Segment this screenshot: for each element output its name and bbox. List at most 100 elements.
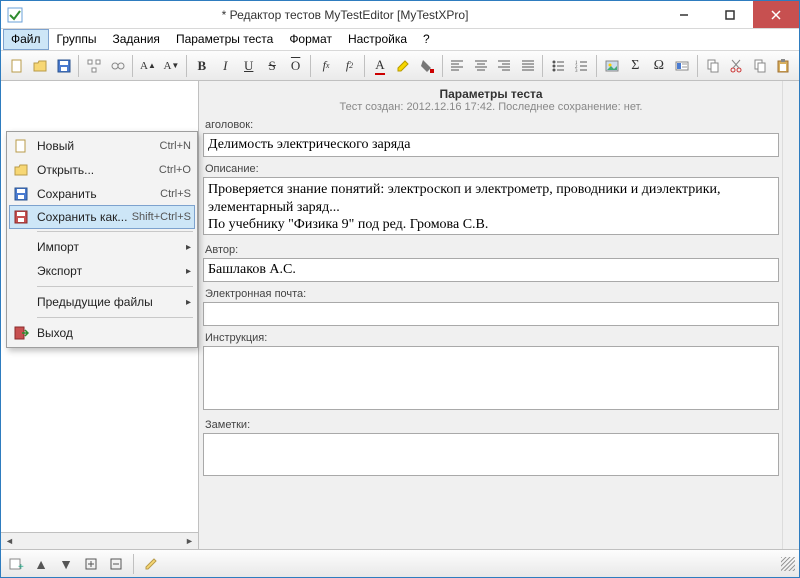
submenu-arrow-icon: ▸ — [186, 266, 191, 277]
tb-separator — [442, 55, 443, 77]
tb-open-icon[interactable] — [28, 54, 51, 78]
email-input[interactable] — [203, 302, 779, 326]
author-input[interactable] — [203, 258, 779, 282]
menu-file[interactable]: Файл — [3, 29, 49, 50]
params-header: Параметры теста — [203, 85, 779, 101]
tb-bgcolor-icon[interactable] — [415, 54, 438, 78]
author-label: Автор: — [205, 244, 779, 256]
sb-up-icon[interactable]: ▲ — [30, 553, 52, 575]
params-panel: Параметры теста Тест создан: 2012.12.16 … — [199, 81, 799, 483]
menu-new[interactable]: Новый Ctrl+N — [9, 134, 195, 158]
tb-italic-icon[interactable]: I — [214, 54, 237, 78]
tb-tree-icon[interactable] — [82, 54, 105, 78]
submenu-arrow-icon: ▸ — [186, 297, 191, 308]
tb-strike-icon[interactable]: S — [260, 54, 283, 78]
tb-formula-icon[interactable]: Σ — [624, 54, 647, 78]
tb-highlight-icon[interactable] — [392, 54, 415, 78]
tb-copy-icon[interactable] — [748, 54, 771, 78]
save-icon — [11, 184, 31, 204]
blank-icon — [11, 292, 31, 312]
main-area: ◄ ► Параметры теста Тест создан: 2012.12… — [1, 81, 799, 549]
menu-export[interactable]: Экспорт ▸ — [9, 259, 195, 283]
minimize-button[interactable] — [661, 1, 707, 28]
instr-textarea[interactable] — [203, 346, 779, 410]
window-title: * Редактор тестов MyTestEditor [MyTestXP… — [29, 8, 661, 22]
file-dropdown: Новый Ctrl+N Открыть... Ctrl+O Сохранить… — [6, 131, 198, 348]
menubar: Файл Группы Задания Параметры теста Форм… — [1, 29, 799, 51]
sb-expand-icon[interactable] — [80, 553, 102, 575]
tb-new-icon[interactable] — [5, 54, 28, 78]
svg-text:3: 3 — [575, 69, 578, 73]
tb-cut-icon[interactable] — [724, 54, 747, 78]
tb-f2-icon[interactable]: f2 — [338, 54, 361, 78]
tb-list-numbers-icon[interactable]: 123 — [570, 54, 593, 78]
params-subheader: Тест создан: 2012.12.16 17:42. Последнее… — [203, 101, 779, 113]
tb-list-bullets-icon[interactable] — [546, 54, 569, 78]
app-icon — [7, 7, 23, 23]
menu-import[interactable]: Импорт ▸ — [9, 235, 195, 259]
close-button[interactable] — [753, 1, 799, 28]
tb-overline-icon[interactable]: O — [284, 54, 307, 78]
tb-image-icon[interactable] — [600, 54, 623, 78]
statusbar: + ▲ ▼ — [1, 549, 799, 577]
tb-paste-icon[interactable] — [771, 54, 794, 78]
title-input[interactable] — [203, 133, 779, 157]
sb-collapse-icon[interactable] — [105, 553, 127, 575]
tb-ole-icon[interactable] — [671, 54, 694, 78]
menu-settings[interactable]: Настройка — [340, 29, 415, 50]
menu-save[interactable]: Сохранить Ctrl+S — [9, 182, 195, 206]
menu-open[interactable]: Открыть... Ctrl+O — [9, 158, 195, 182]
tb-align-center-icon[interactable] — [469, 54, 492, 78]
blank-icon — [11, 261, 31, 281]
resize-grip-icon[interactable] — [781, 557, 795, 571]
scroll-left-icon[interactable]: ◄ — [1, 534, 18, 549]
tb-align-justify-icon[interactable] — [516, 54, 539, 78]
instr-label: Инструкция: — [205, 332, 779, 344]
tb-align-right-icon[interactable] — [492, 54, 515, 78]
notes-textarea[interactable] — [203, 433, 779, 476]
menu-help[interactable]: ? — [415, 29, 438, 50]
menu-format[interactable]: Формат — [281, 29, 340, 50]
menu-separator — [37, 231, 193, 232]
tb-separator — [697, 55, 698, 77]
menu-recent[interactable]: Предыдущие файлы ▸ — [9, 290, 195, 314]
menu-separator — [37, 286, 193, 287]
menu-separator — [37, 317, 193, 318]
open-folder-icon — [11, 160, 31, 180]
scroll-right-icon[interactable]: ► — [181, 534, 198, 549]
submenu-arrow-icon: ▸ — [186, 242, 191, 253]
sb-separator — [133, 554, 134, 574]
sb-edit-icon[interactable] — [140, 553, 162, 575]
tb-fx-icon[interactable]: fx — [314, 54, 337, 78]
svg-text:+: + — [18, 562, 24, 572]
menu-exit[interactable]: Выход — [9, 321, 195, 345]
tb-bold-icon[interactable]: B — [190, 54, 213, 78]
menu-save-as[interactable]: Сохранить как... Shift+Ctrl+S — [9, 205, 195, 229]
tb-separator — [186, 55, 187, 77]
menu-test-params[interactable]: Параметры теста — [168, 29, 281, 50]
menu-groups[interactable]: Группы — [49, 29, 105, 50]
save-as-icon — [11, 207, 31, 227]
tb-symbol-icon[interactable]: Ω — [647, 54, 670, 78]
tb-align-left-icon[interactable] — [446, 54, 469, 78]
sb-add-icon[interactable]: + — [5, 553, 27, 575]
right-vscrollbar[interactable] — [782, 81, 799, 549]
sb-down-icon[interactable]: ▼ — [55, 553, 77, 575]
menu-tasks[interactable]: Задания — [105, 29, 168, 50]
tb-separator — [132, 55, 133, 77]
tb-font-color-icon[interactable]: A — [368, 54, 391, 78]
toolbar: A▲ A▼ B I U S O fx f2 A 123 Σ Ω — [1, 51, 799, 81]
exit-icon — [11, 323, 31, 343]
tb-copy2-icon[interactable] — [701, 54, 724, 78]
titlebar: * Редактор тестов MyTestEditor [MyTestXP… — [1, 1, 799, 29]
left-hscrollbar[interactable]: ◄ ► — [1, 532, 198, 549]
tb-font-increase-icon[interactable]: A▲ — [136, 54, 159, 78]
tb-separator — [364, 55, 365, 77]
tb-link-icon[interactable] — [106, 54, 129, 78]
tb-underline-icon[interactable]: U — [237, 54, 260, 78]
app-window: * Редактор тестов MyTestEditor [MyTestXP… — [0, 0, 800, 578]
maximize-button[interactable] — [707, 1, 753, 28]
tb-font-decrease-icon[interactable]: A▼ — [160, 54, 183, 78]
tb-save-icon[interactable] — [52, 54, 75, 78]
desc-textarea[interactable]: Проверяется знание понятий: электроскоп … — [203, 177, 779, 235]
